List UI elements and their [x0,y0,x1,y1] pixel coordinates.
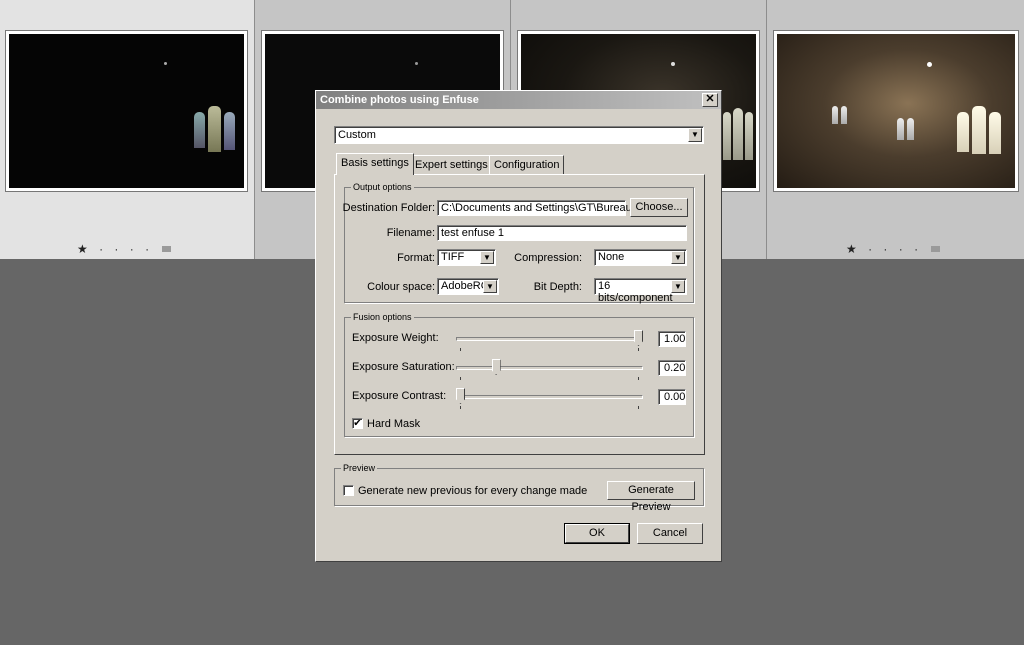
exposure-saturation-value-field[interactable]: 0.20 [658,360,686,376]
rating-stars-1[interactable]: ★ · · · · [77,242,153,256]
exposure-saturation-slider[interactable] [456,366,643,370]
photo-thumbnail-1[interactable] [5,30,248,192]
colour-space-select[interactable]: AdobeRGB ▼ [437,278,499,295]
preview-group: Preview Generate new previous for every … [334,463,704,513]
chevron-down-icon[interactable]: ▼ [483,280,497,293]
output-options-group: Output options Destination Folder: C:\Do… [342,182,694,304]
chevron-down-icon[interactable]: ▼ [480,251,494,264]
enfuse-dialog: Combine photos using Enfuse ✕ Custom ▼ B… [315,90,722,562]
flag-badge-4 [931,246,940,252]
exposure-weight-value: 1.00 [664,333,686,345]
slider-tick [638,348,639,351]
photo-thumbnail-4[interactable] [773,30,1019,192]
generate-preview-button[interactable]: Generate Preview [607,481,695,513]
compression-label: Compression: [514,252,582,264]
preset-select[interactable]: Custom ▼ [334,126,704,144]
dialog-title: Combine photos using Enfuse [320,94,479,106]
exposure-weight-value-field[interactable]: 1.00 [658,331,686,347]
slider-tick [638,377,639,380]
bit-depth-select[interactable]: 16 bits/component ▼ [594,278,687,304]
hard-mask-label[interactable]: Hard Mask [367,418,420,430]
generate-every-change-label[interactable]: Generate new previous for every change m… [358,485,587,497]
photo-image-1 [9,34,244,188]
exposure-contrast-value: 0.00 [664,391,686,403]
exposure-weight-slider[interactable] [456,337,643,341]
chevron-down-icon[interactable]: ▼ [688,128,702,142]
filename-field[interactable]: test enfuse 1 [437,225,687,241]
filmstrip-cell-1[interactable]: ★ · · · · [0,0,255,259]
compression-value: None [598,251,625,263]
slider-tick [638,406,639,409]
slider-tick [460,348,461,351]
colour-space-label: Colour space: [367,281,435,293]
destination-label: Destination Folder: [342,202,435,214]
preview-label: Preview [341,463,378,473]
slider-tick [460,406,461,409]
basis-settings-panel: Output options Destination Folder: C:\Do… [334,174,705,455]
exposure-weight-slider-thumb[interactable] [634,330,643,346]
chevron-down-icon[interactable]: ▼ [671,251,685,264]
hard-mask-checkbox[interactable]: ✔ [352,418,363,429]
tab-basis-settings[interactable]: Basis settings [336,153,414,175]
slider-label-exposure-contrast: Exposure Contrast: [352,390,447,402]
photo-image-4 [777,34,1015,188]
tab-expert-settings[interactable]: Expert settings [410,155,493,174]
chevron-down-icon[interactable]: ▼ [671,280,685,293]
slider-label-exposure-weight: Exposure Weight: [352,332,439,344]
choose-folder-button[interactable]: Choose... [630,198,688,217]
filename-label: Filename: [386,227,435,239]
tab-configuration[interactable]: Configuration [489,155,565,174]
filename-value: test enfuse 1 [441,227,504,239]
filmstrip-cell-4[interactable]: ★ · · · · [767,0,1024,259]
flag-badge-1 [162,246,171,252]
cancel-button[interactable]: Cancel [637,523,703,544]
compression-select[interactable]: None ▼ [594,249,687,266]
exposure-saturation-slider-thumb[interactable] [491,359,501,375]
format-value: TIFF [441,251,465,263]
output-options-label: Output options [351,182,414,192]
exposure-contrast-value-field[interactable]: 0.00 [658,389,686,405]
exposure-contrast-slider-thumb[interactable] [456,388,465,404]
destination-folder-field[interactable]: C:\Documents and Settings\GT\Bureau [437,200,632,216]
exposure-saturation-value: 0.20 [664,362,686,374]
slider-label-exposure-saturation: Exposure Saturation: [352,361,455,373]
ok-button[interactable]: OK [564,523,630,544]
exposure-contrast-slider[interactable] [456,395,643,399]
dialog-titlebar[interactable]: Combine photos using Enfuse ✕ [316,91,721,109]
generate-every-change-checkbox[interactable] [343,485,354,496]
preset-value: Custom [338,129,376,141]
fusion-options-label: Fusion options [351,312,414,322]
destination-folder-value: C:\Documents and Settings\GT\Bureau [441,202,632,214]
slider-tick [460,377,461,380]
close-icon[interactable]: ✕ [702,93,718,107]
rating-stars-4[interactable]: ★ · · · · [846,242,922,256]
format-select[interactable]: TIFF ▼ [437,249,496,266]
format-label: Format: [397,252,435,264]
bit-depth-label: Bit Depth: [533,281,582,293]
fusion-options-group: Fusion options Exposure Weight: 1.00 Exp… [344,312,694,437]
